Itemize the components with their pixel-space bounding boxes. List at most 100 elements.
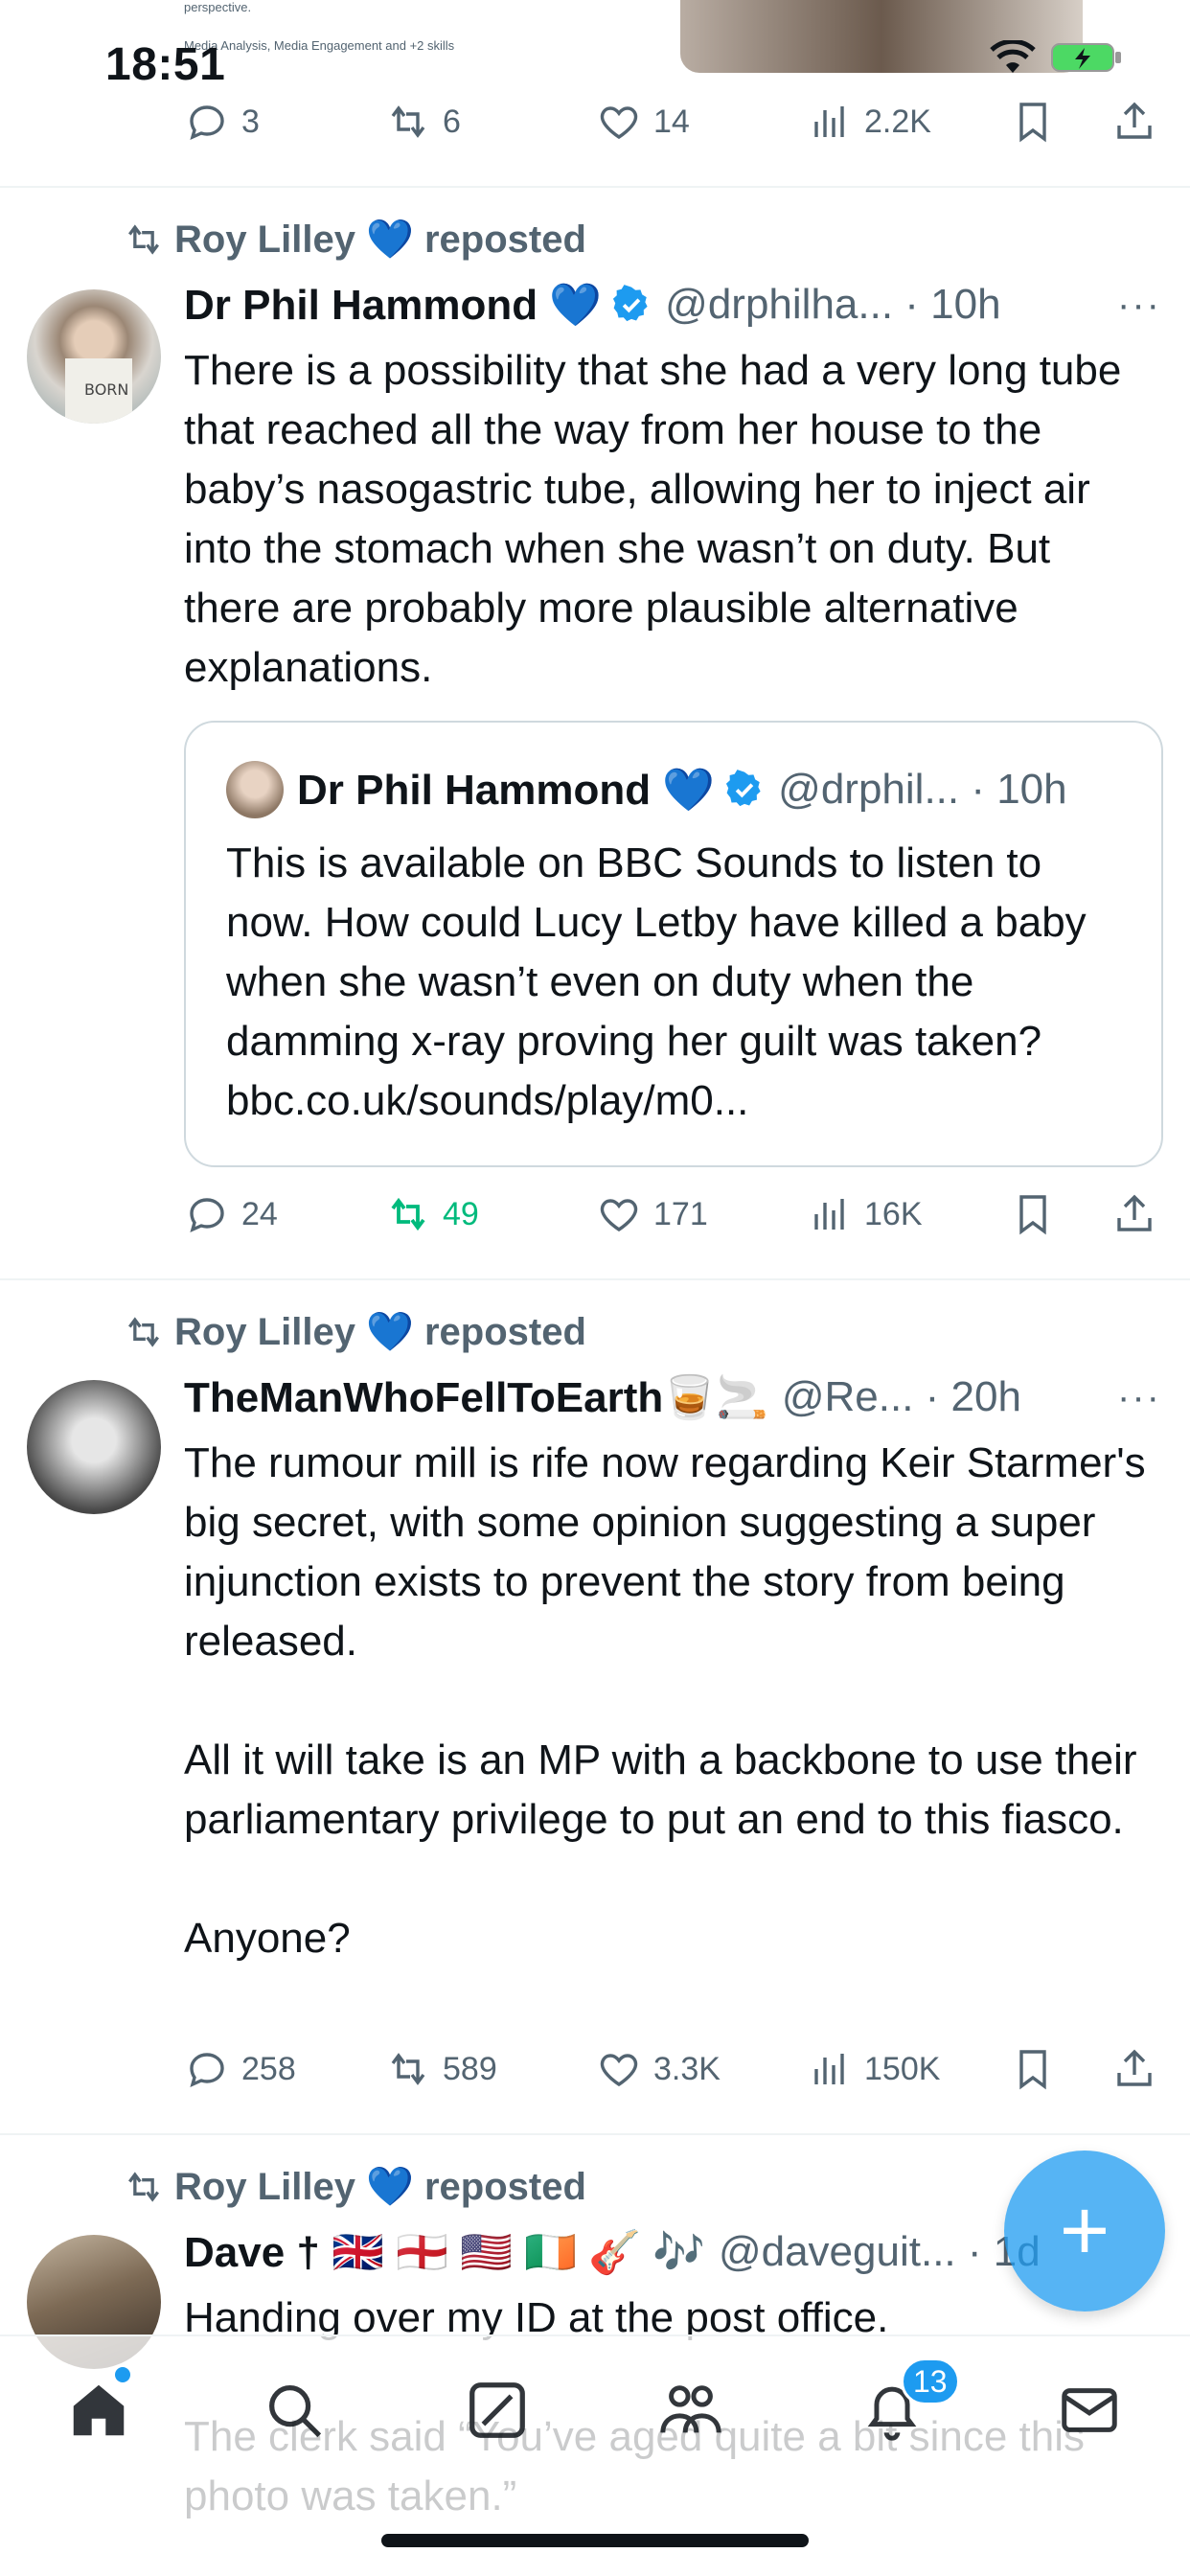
communities-icon[interactable] [657,2377,724,2444]
svg-text:BORN: BORN [84,380,128,399]
view-count: 2.2K [864,103,931,140]
views-icon [814,106,844,137]
heart-icon [600,106,638,140]
quoted-tweet[interactable]: Dr Phil Hammond 💙 @drphil... · 10h This … [184,721,1163,1167]
repost-label: Roy Lilley 💙 reposted [174,2166,586,2208]
more-options-icon[interactable]: ··· [1117,284,1161,327]
like-count: 171 [653,1195,708,1232]
repost-label: Roy Lilley 💙 reposted [174,1311,586,1353]
reply-count: 258 [241,2050,296,2087]
compose-button[interactable]: + [1004,2150,1165,2312]
author-name[interactable]: Dr Phil Hammond 💙 [184,280,602,330]
reply-icon [190,105,224,141]
repost-icon [128,223,159,255]
like-count: 14 [653,103,690,140]
reply-icon [190,1198,224,1233]
verified-badge-icon [726,770,761,807]
repost-count: 589 [443,2050,497,2087]
plus-icon: + [1059,2182,1110,2279]
author-handle-time[interactable]: @daveguit... · 1d [719,2228,1041,2276]
search-icon[interactable] [261,2377,328,2444]
like-button[interactable]: 14 [596,99,690,145]
share-icon [1117,2049,1152,2086]
author-handle-time[interactable]: @Re... · 20h [782,1373,1021,1421]
author-name[interactable]: TheManWhoFellToEarth🥃🚬 [184,1372,768,1422]
quote-avatar[interactable] [226,761,284,818]
bookmark-icon [1019,103,1046,143]
tweet-2-action-bar: 258 589 3.3K 150K [184,2036,1171,2103]
repost-count: 49 [443,1195,479,1232]
divider [0,1278,1190,1280]
reply-count: 24 [241,1195,278,1232]
repost-icon [391,2053,425,2085]
views-button[interactable]: 150K [807,2046,940,2092]
peek-action-bar: 3 6 14 2.2K [184,88,1171,155]
quote-text: This is available on BBC Sounds to liste… [226,840,1087,1124]
notifications-badge: 13 [901,2358,960,2405]
divider [0,186,1190,188]
bookmark-button[interactable] [1010,2046,1056,2092]
like-button[interactable]: 3.3K [596,2046,721,2092]
verified-badge-icon [613,285,648,322]
grok-icon[interactable] [464,2377,531,2444]
tweet-1-action-bar: 24 49 171 16K [184,1181,1171,1248]
tweet-header: TheManWhoFellToEarth🥃🚬 @Re... · 20h [184,1372,1171,1422]
avatar[interactable] [27,1380,161,1514]
author-handle-time[interactable]: @drphilha... · 10h [665,281,1000,329]
heart-icon [600,2054,638,2087]
heart-icon [600,1199,638,1232]
status-time: 18:51 [105,39,226,90]
reply-count: 3 [241,103,260,140]
share-button[interactable] [1111,2046,1157,2092]
repost-context[interactable]: Roy Lilley 💙 reposted [123,2164,586,2209]
home-indicator [381,2534,809,2547]
view-count: 150K [864,2050,941,2087]
share-button[interactable] [1111,1191,1157,1237]
tweet-text: There is a possibility that she had a ve… [184,347,1133,691]
repost-label: Roy Lilley 💙 reposted [174,218,586,261]
quote-author-name[interactable]: Dr Phil Hammond 💙 [297,765,715,815]
reply-button[interactable]: 258 [184,2046,296,2092]
like-button[interactable]: 171 [596,1191,708,1237]
battery-icon [1051,43,1121,72]
status-icons [989,40,1123,75]
repost-icon [391,1197,425,1231]
reply-button[interactable]: 24 [184,1191,278,1237]
author-name[interactable]: Dave † 🇬🇧 🏴󠁧󠁢󠁥󠁮󠁧󠁿 🇺🇸 🇮🇪 🎸 🎶 [184,2227,705,2277]
repost-icon [391,105,425,138]
avatar-photo-icon: BORN [65,358,132,424]
quote-header: Dr Phil Hammond 💙 @drphil... · 10h [226,761,1067,818]
repost-button[interactable]: 6 [385,99,461,145]
bookmark-button[interactable] [1010,1191,1056,1237]
share-button[interactable] [1111,99,1157,145]
repost-icon [128,1316,159,1347]
peek-text-1: perspective. [184,0,252,14]
tweet-text: The rumour mill is rife now regarding Ke… [184,1439,1146,1962]
share-icon [1117,1194,1152,1231]
divider [0,2133,1190,2135]
tweet-header: Dr Phil Hammond 💙 @drphilha... · 10h [184,280,1171,330]
tweet-header: Dave † 🇬🇧 🏴󠁧󠁢󠁥󠁮󠁧󠁿 🇺🇸 🇮🇪 🎸 🎶 @daveguit...… [184,2227,1041,2277]
home-icon[interactable] [65,2377,132,2444]
views-button[interactable]: 16K [807,1191,923,1237]
reply-icon [190,2053,224,2088]
repost-button[interactable]: 589 [385,2046,497,2092]
views-icon [814,1199,844,1230]
repost-context[interactable]: Roy Lilley 💙 reposted [123,1309,586,1354]
reply-button[interactable]: 3 [184,99,260,145]
quote-handle-time[interactable]: @drphil... · 10h [778,766,1066,814]
views-button[interactable]: 2.2K [807,99,931,145]
messages-icon[interactable] [1056,2377,1123,2444]
repost-icon [128,2171,159,2202]
repost-context[interactable]: Roy Lilley 💙 reposted [123,217,586,262]
view-count: 16K [864,1195,923,1232]
repost-button[interactable]: 49 [385,1191,479,1237]
share-icon [1117,102,1152,139]
bookmark-button[interactable] [1010,99,1056,145]
bookmark-icon [1019,1195,1046,1235]
bookmark-icon [1019,2050,1046,2090]
repost-count: 6 [443,103,461,140]
avatar[interactable]: BORN [27,289,161,424]
views-icon [814,2054,844,2084]
more-options-icon[interactable]: ··· [1117,1376,1161,1419]
